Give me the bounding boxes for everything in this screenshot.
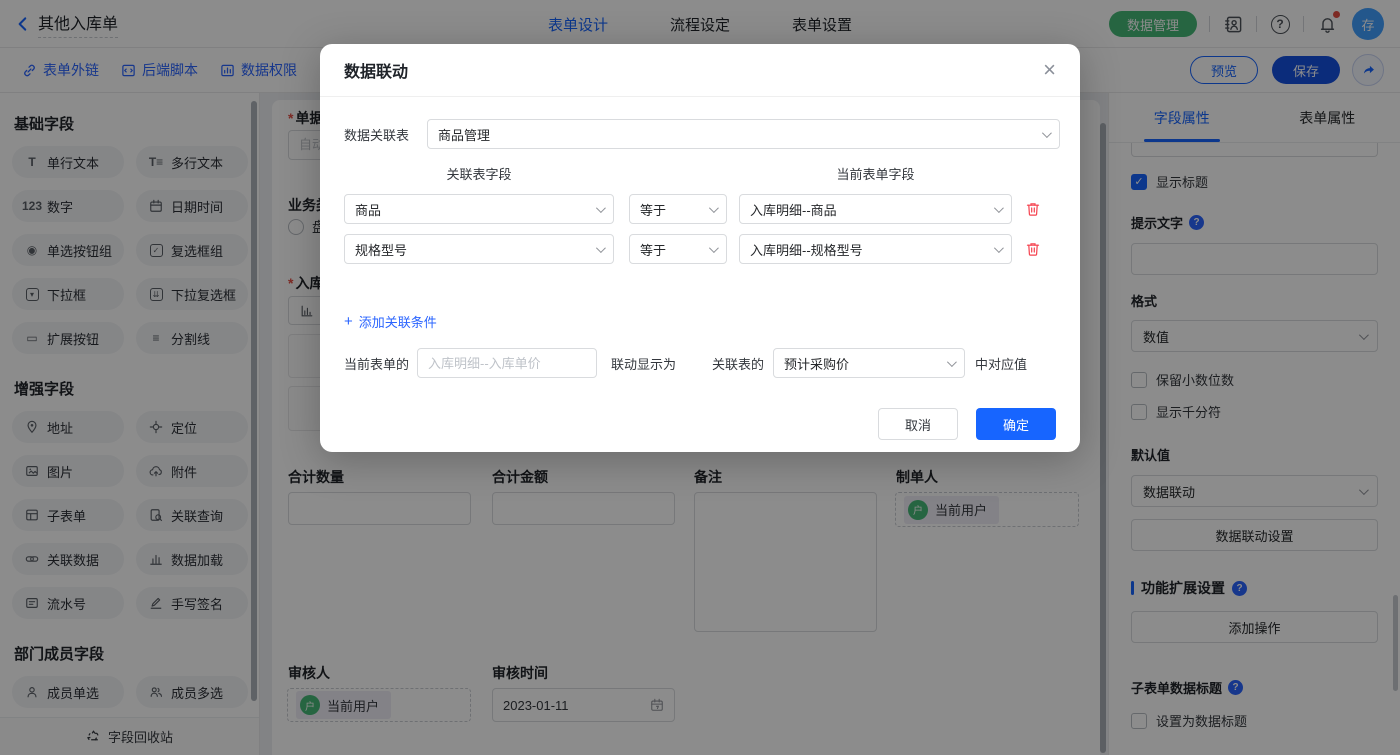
add-condition-link[interactable]: + 添加关联条件	[344, 312, 437, 331]
chevron-down-icon	[993, 242, 1004, 253]
related-field-select[interactable]: 商品	[344, 194, 614, 224]
plus-icon: +	[344, 313, 353, 330]
chevron-down-icon	[595, 242, 606, 253]
chevron-down-icon	[993, 202, 1004, 213]
column-header-left: 关联表字段	[446, 167, 512, 182]
cancel-button[interactable]: 取消	[878, 408, 958, 440]
close-icon[interactable]: ×	[1043, 59, 1056, 81]
delete-condition-icon[interactable]	[1025, 201, 1041, 217]
related-field-select[interactable]: 规格型号	[344, 234, 614, 264]
chevron-down-icon	[1041, 127, 1052, 138]
relation-table-label: 数据关联表	[344, 127, 410, 143]
chevron-down-icon	[708, 202, 719, 213]
operator-select[interactable]: 等于	[629, 234, 727, 264]
related-value-select[interactable]: 预计采购价	[773, 348, 966, 378]
column-header-right: 当前表单字段	[836, 167, 915, 182]
operator-select[interactable]: 等于	[629, 194, 727, 224]
condition-row: 商品 等于 入库明细--商品	[344, 194, 1041, 224]
chevron-down-icon	[595, 202, 606, 213]
related-table-label: 关联表的	[712, 356, 765, 372]
modal-title: 数据联动	[344, 64, 409, 81]
linkage-display-label: 联动显示为	[611, 356, 677, 372]
corresponding-value-label: 中对应值	[975, 356, 1028, 372]
chevron-down-icon	[708, 242, 719, 253]
delete-condition-icon[interactable]	[1025, 241, 1041, 257]
current-field-input[interactable]	[417, 348, 598, 378]
condition-row: 规格型号 等于 入库明细--规格型号	[344, 234, 1041, 264]
confirm-button[interactable]: 确定	[976, 408, 1056, 440]
current-form-label: 当前表单的	[344, 356, 410, 372]
data-linkage-modal: 数据联动 × 数据关联表 商品管理 关联表字段 当前表单字段 商品 等于 入库明…	[320, 44, 1080, 452]
current-form-field-select[interactable]: 入库明细--规格型号	[739, 234, 1012, 264]
relation-table-select[interactable]: 商品管理	[427, 119, 1060, 149]
current-form-field-select[interactable]: 入库明细--商品	[739, 194, 1012, 224]
chevron-down-icon	[947, 356, 957, 367]
